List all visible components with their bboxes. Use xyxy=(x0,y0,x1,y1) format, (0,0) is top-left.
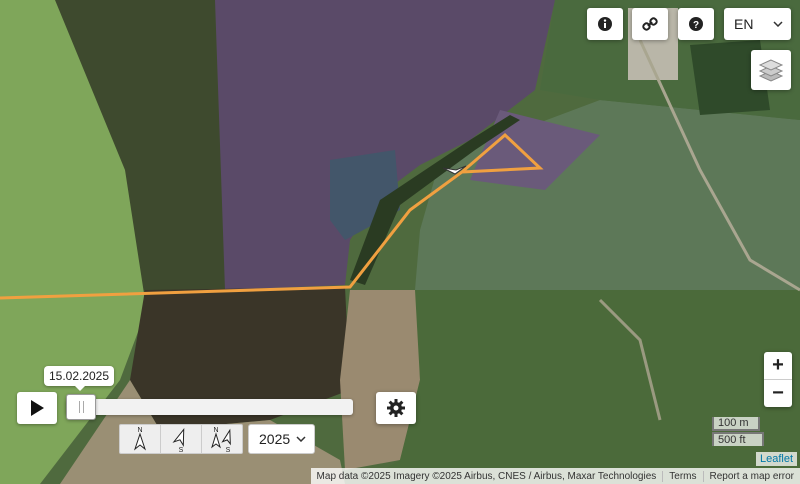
svg-text:?: ? xyxy=(693,20,699,31)
layers-button[interactable] xyxy=(751,50,791,90)
zoom-control: + − xyxy=(764,352,792,407)
terms-link[interactable]: Terms xyxy=(662,470,702,482)
play-button[interactable] xyxy=(17,392,57,424)
chevron-down-icon xyxy=(296,436,306,442)
orientation-group: N S N S xyxy=(119,424,243,454)
north-south-icon: N S xyxy=(211,427,231,453)
svg-text:S: S xyxy=(179,447,184,453)
question-icon: ? xyxy=(689,17,703,31)
attribution-bar: Map data ©2025 Imagery ©2025 Airbus, CNE… xyxy=(310,468,800,484)
gear-icon xyxy=(387,399,405,417)
attribution-text: Map data ©2025 Imagery ©2025 Airbus, CNE… xyxy=(316,470,657,482)
north-south-button[interactable]: N S xyxy=(202,425,242,453)
info-button[interactable] xyxy=(587,8,623,40)
scale-imperial: 500 ft xyxy=(712,432,764,446)
link-button[interactable] xyxy=(632,8,668,40)
report-link[interactable]: Report a map error xyxy=(702,470,800,482)
info-icon xyxy=(598,17,612,31)
scale-imperial-label: 500 ft xyxy=(712,432,764,446)
timeline-slider-thumb[interactable] xyxy=(66,394,96,420)
help-button[interactable]: ? xyxy=(678,8,714,40)
year-value: 2025 xyxy=(259,431,291,447)
language-value: EN xyxy=(734,16,754,32)
year-select[interactable]: 2025 xyxy=(248,424,315,454)
chevron-down-icon xyxy=(773,21,783,27)
zoom-in-button[interactable]: + xyxy=(764,352,792,380)
south-up-icon: S xyxy=(172,427,185,453)
scale-metric-label: 100 m xyxy=(712,417,760,431)
link-icon xyxy=(642,17,658,31)
zoom-out-button[interactable]: − xyxy=(764,380,792,407)
timeline-slider[interactable] xyxy=(66,394,353,420)
date-tooltip: 15.02.2025 xyxy=(44,366,114,391)
scale-metric: 100 m xyxy=(712,417,760,431)
leaflet-link[interactable]: Leaflet xyxy=(755,452,797,466)
language-select[interactable]: EN xyxy=(724,8,791,40)
north-up-button[interactable]: N xyxy=(120,425,161,453)
play-icon xyxy=(31,400,44,416)
svg-text:S: S xyxy=(226,447,231,453)
layers-icon xyxy=(758,59,784,82)
south-up-button[interactable]: S xyxy=(161,425,202,453)
north-up-icon: N xyxy=(133,427,147,451)
settings-button[interactable] xyxy=(376,392,416,424)
